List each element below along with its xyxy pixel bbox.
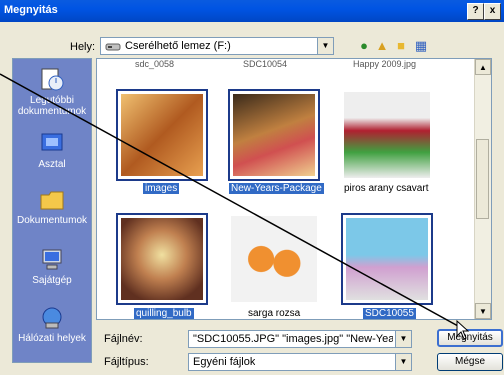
- mouse-cursor-icon: [456, 319, 470, 340]
- annotation-line: [0, 73, 470, 340]
